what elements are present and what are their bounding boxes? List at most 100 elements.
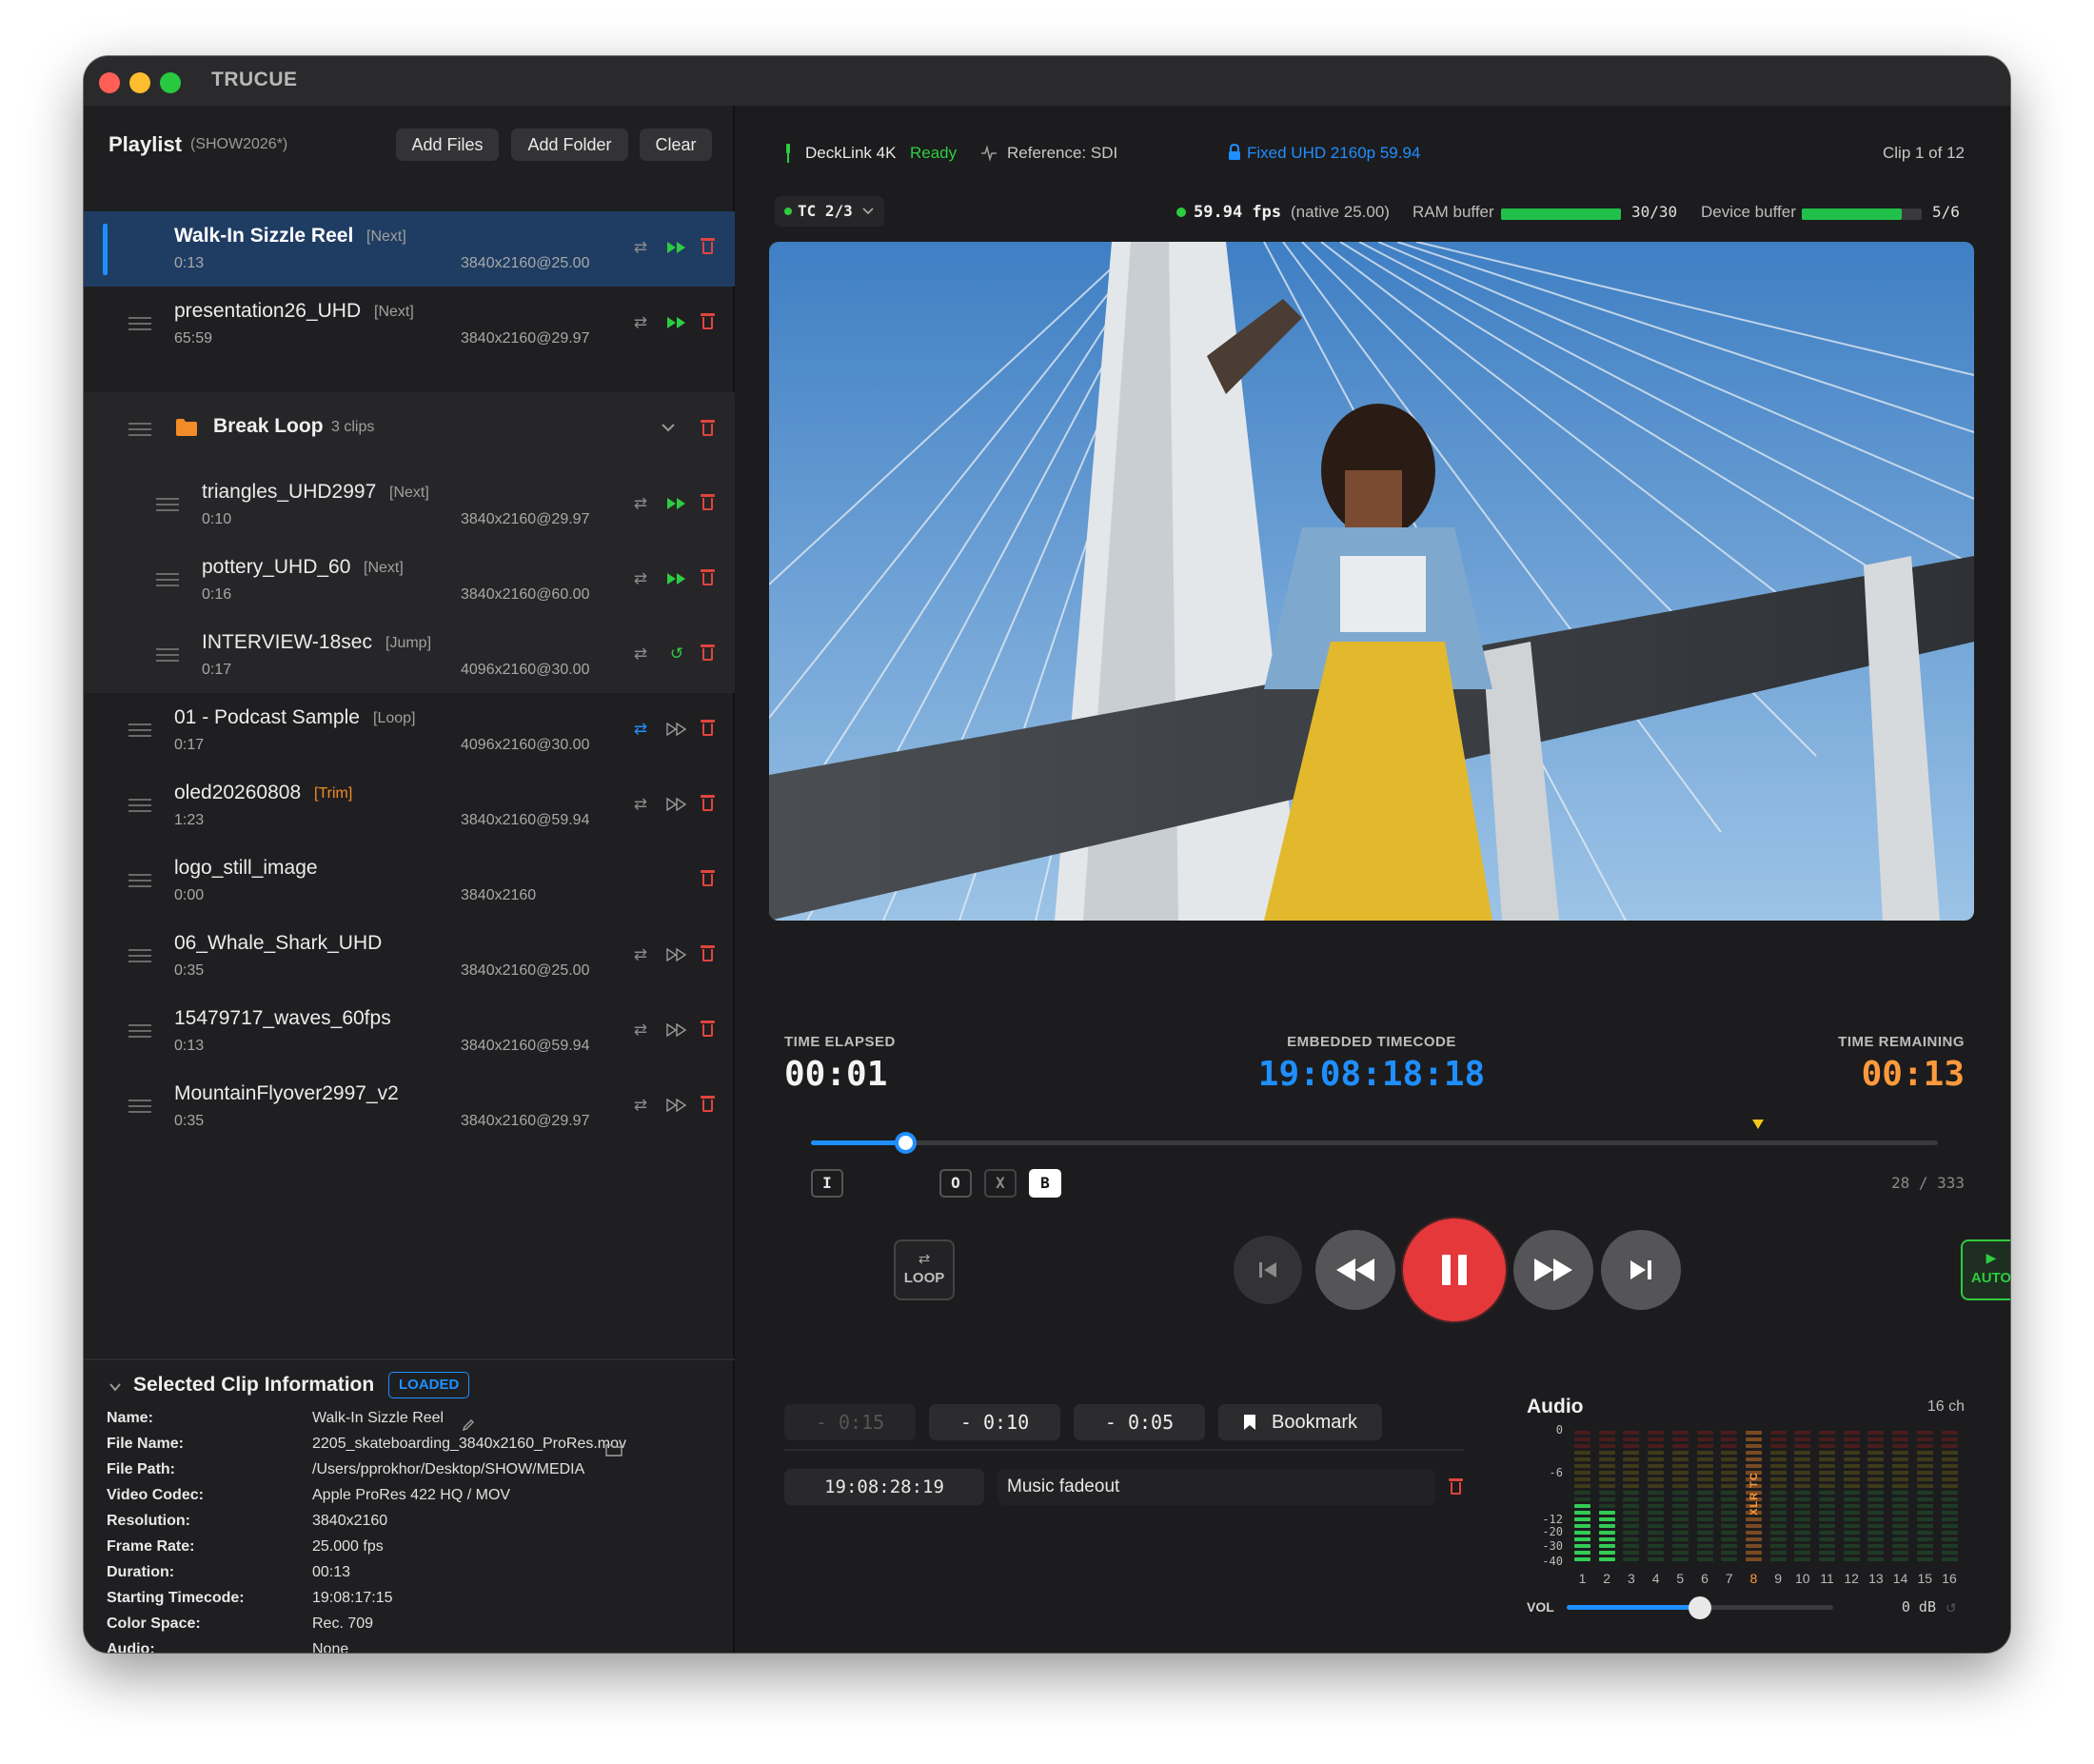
drag-handle-icon[interactable] [128, 874, 151, 887]
loop-icon[interactable]: ⇄ [630, 237, 651, 258]
playlist-row[interactable]: Walk-In Sizzle Reel [Next] 0:13 3840x2160@2… [84, 211, 735, 287]
trash-icon[interactable] [701, 238, 715, 255]
zoom-window-button[interactable] [160, 72, 181, 93]
next-green-icon[interactable] [666, 241, 687, 254]
scrubber-track[interactable] [811, 1120, 1938, 1154]
jump-minus-5-button[interactable]: - 0:05 [1074, 1404, 1205, 1440]
drag-handle-icon[interactable] [128, 949, 151, 962]
playlist-row[interactable]: 01 - Podcast Sample [Loop] 0:17 4096x2160@3… [84, 693, 735, 768]
loop-icon[interactable]: ⇄ [630, 312, 651, 333]
drag-handle-icon[interactable] [128, 423, 151, 436]
jump-minus-10-button[interactable]: - 0:10 [929, 1404, 1060, 1440]
rewind-icon [1336, 1259, 1374, 1281]
reference-label: Reference: SDI [1007, 144, 1118, 162]
next-clip-button[interactable] [1601, 1230, 1681, 1310]
video-preview[interactable] [769, 242, 1974, 921]
time-elapsed-value: 00:01 [784, 1055, 888, 1094]
clear-button[interactable]: Clear [640, 129, 712, 161]
playlist-row[interactable]: 15479717_waves_60fps 0:13 3840x2160@59.94 ⇄ [84, 994, 735, 1069]
loop-icon[interactable]: ⇄ [630, 644, 651, 664]
volume-label: VOL [1527, 1599, 1554, 1615]
playlist-row[interactable]: MountainFlyover2997_v2 0:35 3840x2160@29.9… [84, 1069, 735, 1144]
bookmark-note[interactable]: Music fadeout [998, 1469, 1435, 1505]
drag-handle-icon[interactable] [156, 648, 179, 662]
trash-icon[interactable] [701, 1096, 715, 1113]
next-outline-icon[interactable] [666, 1099, 687, 1112]
clip-duration: 0:17 [174, 737, 205, 753]
drag-handle-icon[interactable] [156, 498, 179, 511]
previous-clip-button[interactable] [1234, 1236, 1302, 1304]
minimize-window-button[interactable] [129, 72, 150, 93]
drag-handle-icon[interactable] [128, 799, 151, 812]
drag-handle-icon[interactable] [128, 1024, 151, 1038]
playlist-row[interactable]: oled20260808 [Trim] 1:23 3840x2160@59.94 ⇄ [84, 768, 735, 843]
playlist-row[interactable]: triangles_UHD2997 [Next] 0:10 3840x2160@29.… [84, 467, 735, 543]
playlist-row[interactable]: pottery_UHD_60 [Next] 0:16 3840x2160@60.00 ⇄ [84, 543, 735, 618]
set-out-button[interactable]: O [939, 1169, 972, 1198]
rewind-button[interactable] [1315, 1230, 1395, 1310]
next-outline-icon[interactable] [666, 798, 687, 811]
trash-icon[interactable] [701, 720, 715, 737]
jump-icon[interactable]: ↺ [666, 644, 687, 664]
drag-handle-icon[interactable] [128, 317, 151, 330]
next-green-icon[interactable] [666, 497, 687, 510]
playlist-row[interactable]: INTERVIEW-18sec [Jump] 0:17 4096x2160@30.00… [84, 618, 735, 693]
next-outline-icon[interactable] [666, 723, 687, 736]
volume-slider[interactable] [1567, 1596, 1833, 1619]
trash-icon[interactable] [701, 313, 715, 330]
drag-handle-icon[interactable] [128, 1100, 151, 1113]
bookmark-toggle-button[interactable]: B [1029, 1169, 1061, 1198]
add-files-button[interactable]: Add Files [396, 129, 499, 161]
bookmark-timecode[interactable]: 19:08:28:19 [784, 1469, 984, 1505]
scrubber-knob[interactable] [895, 1132, 918, 1154]
bookmark-button[interactable]: Bookmark [1218, 1404, 1382, 1440]
clip-duration: 0:16 [202, 586, 232, 603]
chevron-down-icon[interactable] [109, 1382, 122, 1392]
time-elapsed-label: TIME ELAPSED [784, 1034, 896, 1050]
trash-icon[interactable] [701, 569, 715, 586]
next-green-icon[interactable] [666, 572, 687, 585]
volume-knob[interactable] [1689, 1596, 1711, 1619]
delete-bookmark-icon[interactable] [1449, 1478, 1463, 1496]
playlist-row[interactable]: logo_still_image 0:00 3840x2160 [84, 843, 735, 919]
drag-handle-icon[interactable] [128, 723, 151, 737]
group-row[interactable]: Break Loop 3 clips [84, 392, 735, 467]
fast-forward-button[interactable] [1513, 1230, 1593, 1310]
trash-icon[interactable] [701, 870, 715, 887]
loop-icon[interactable]: ⇄ [630, 794, 651, 815]
edit-pencil-icon[interactable] [462, 1418, 475, 1432]
add-folder-button[interactable]: Add Folder [511, 129, 628, 161]
auto-advance-button[interactable]: ▶ AUTO [1961, 1239, 2010, 1300]
drag-handle-icon[interactable] [156, 573, 179, 586]
clear-marks-button[interactable]: X [984, 1169, 1017, 1198]
loop-icon[interactable]: ⇄ [630, 944, 651, 965]
loop-icon[interactable]: ⇄ [630, 1020, 651, 1041]
playlist-row[interactable]: 06_Whale_Shark_UHD 0:35 3840x2160@25.00 ⇄ [84, 919, 735, 994]
trash-icon[interactable] [701, 945, 715, 962]
loop-icon[interactable]: ⇄ [630, 568, 651, 589]
close-window-button[interactable] [99, 72, 120, 93]
trash-icon[interactable] [701, 494, 715, 511]
jump-minus-15-button[interactable]: - 0:15 [784, 1404, 916, 1440]
playlist-row[interactable]: presentation26_UHD [Next] 65:59 3840x2160@2… [84, 287, 735, 362]
pause-button[interactable] [1403, 1219, 1506, 1321]
trash-icon[interactable] [701, 1021, 715, 1038]
chevron-down-icon[interactable] [661, 423, 676, 432]
loop-icon[interactable]: ⇄ [630, 1095, 651, 1116]
trash-icon[interactable] [701, 420, 715, 437]
set-in-button[interactable]: I [811, 1169, 843, 1198]
next-outline-icon[interactable] [666, 1023, 687, 1037]
loop-icon[interactable]: ⇄ [630, 493, 651, 514]
reset-volume-icon[interactable]: ↺ [1946, 1600, 1957, 1616]
folder-outline-icon[interactable] [605, 1443, 622, 1457]
trash-icon[interactable] [701, 795, 715, 812]
tc-select-dropdown[interactable]: TC 2/3 [775, 196, 884, 227]
next-green-icon[interactable] [666, 316, 687, 329]
next-outline-icon[interactable] [666, 948, 687, 961]
loop-button[interactable]: ⇄ LOOP [894, 1239, 955, 1300]
video-format[interactable]: Fixed UHD 2160p 59.94 [1247, 144, 1420, 163]
trash-icon[interactable] [701, 644, 715, 662]
clip-resolution: 3840x2160@60.00 [461, 586, 590, 603]
clip-duration: 0:13 [174, 255, 205, 271]
loop-active-icon[interactable]: ⇄ [630, 719, 651, 740]
